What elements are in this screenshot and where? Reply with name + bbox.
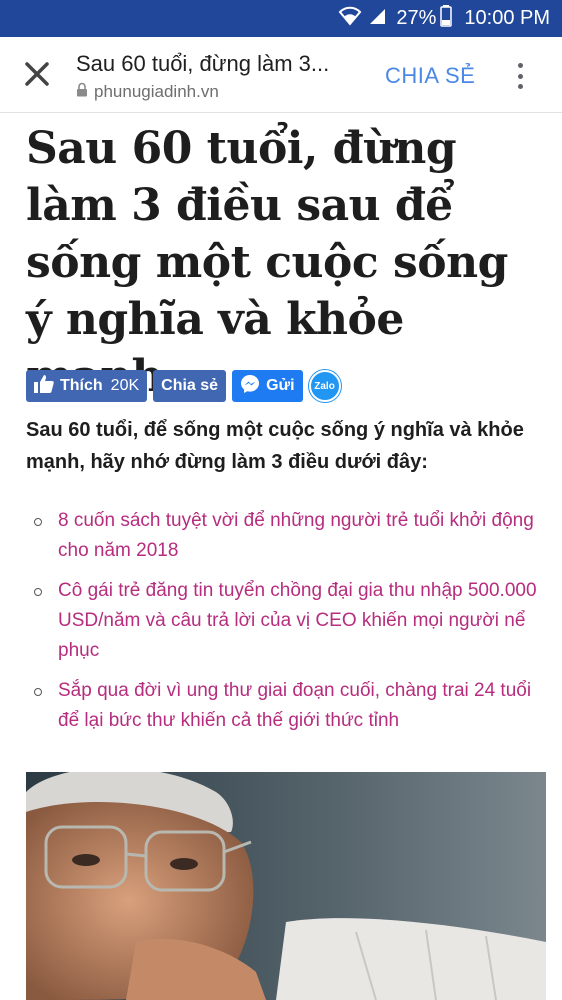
related-article-link[interactable]: 8 cuốn sách tuyệt vời để những người trẻ… <box>58 510 534 561</box>
social-buttons: Thích 20K Chia sẻ Gửi Zalo <box>26 370 341 402</box>
url-display[interactable]: phunugiadinh.vn <box>76 82 219 102</box>
list-item: Cô gái trẻ đăng tin tuyển chồng đại gia … <box>30 576 545 666</box>
messenger-send-button[interactable]: Gửi <box>232 370 303 402</box>
send-label: Gửi <box>266 377 295 394</box>
page-title: Sau 60 tuổi, đừng làm 3... <box>76 51 330 76</box>
battery-icon <box>440 4 453 33</box>
wifi-icon <box>338 6 362 32</box>
article-headline: Sau 60 tuổi, đừng làm 3 điều sau để sống… <box>26 123 508 402</box>
facebook-share-button[interactable]: Chia sẻ <box>153 370 227 402</box>
zalo-share-button[interactable]: Zalo <box>308 370 341 402</box>
lock-icon <box>76 82 88 102</box>
custom-tab-toolbar: Sau 60 tuổi, đừng làm 3... phunugiadinh.… <box>0 37 562 113</box>
close-icon <box>24 61 50 92</box>
messenger-icon <box>240 374 260 399</box>
like-label: Thích <box>60 377 103 394</box>
related-articles-list: 8 cuốn sách tuyệt vời để những người trẻ… <box>30 506 545 746</box>
url-text: phunugiadinh.vn <box>94 82 219 101</box>
close-button[interactable] <box>18 57 56 95</box>
status-icons <box>338 6 386 32</box>
bullet-icon <box>34 688 42 696</box>
clock: 10:00 PM <box>464 7 550 29</box>
more-options-button[interactable] <box>508 59 532 93</box>
status-bar: 27% 10:00 PM <box>0 0 562 37</box>
thumbs-up-icon <box>34 374 54 398</box>
signal-icon <box>368 7 386 31</box>
facebook-like-button[interactable]: Thích 20K <box>26 370 148 402</box>
article-sapo: Sau 60 tuổi, để sống một cuộc sống ý ngh… <box>26 419 524 473</box>
related-article-link[interactable]: Sắp qua đời vì ung thư giai đoạn cuối, c… <box>58 680 531 731</box>
bullet-icon <box>34 518 42 526</box>
share-button[interactable]: CHIA SẺ <box>385 63 475 89</box>
list-item: Sắp qua đời vì ung thư giai đoạn cuối, c… <box>30 676 545 736</box>
list-item: 8 cuốn sách tuyệt vời để những người trẻ… <box>30 506 545 566</box>
zalo-icon: Zalo <box>314 380 335 392</box>
like-count: 20K <box>110 377 140 394</box>
more-vert-icon <box>517 63 523 68</box>
bullet-icon <box>34 588 42 596</box>
related-article-link[interactable]: Cô gái trẻ đăng tin tuyển chồng đại gia … <box>58 580 537 661</box>
article-photo <box>26 772 546 1000</box>
battery-percent: 27% <box>396 7 437 29</box>
